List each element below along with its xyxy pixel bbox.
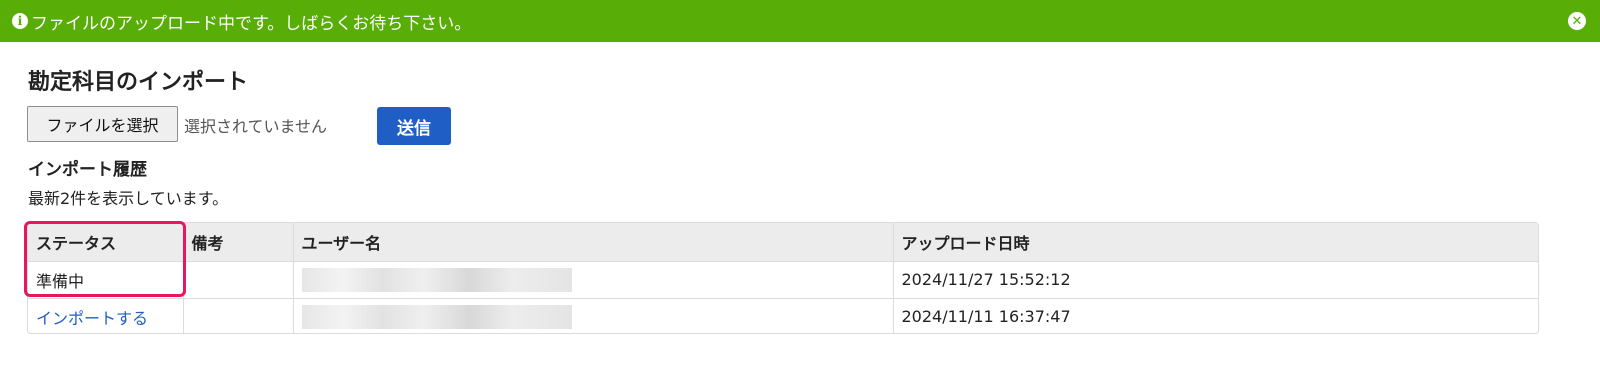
history-heading: インポート履歴 <box>28 160 147 180</box>
uploaded-at-cell: 2024/11/11 16:37:47 <box>901 307 1071 327</box>
import-link[interactable]: インポートする <box>36 309 148 328</box>
redacted-user-name <box>301 267 572 292</box>
user-cell <box>293 298 894 333</box>
status-cell: インポートする <box>28 298 184 333</box>
header-status: ステータス <box>28 223 184 261</box>
table-row: 準備中 2024/11/27 15:52:12 <box>28 261 1538 298</box>
choose-file-button[interactable]: ファイルを選択 <box>27 106 178 142</box>
header-user: ユーザー名 <box>293 223 894 261</box>
remarks-cell <box>183 298 294 333</box>
banner-message: ファイルのアップロード中です。しばらくお待ち下さい。 <box>31 13 472 34</box>
table-header-row: ステータス 備考 ユーザー名 アップロード日時 <box>28 223 1538 261</box>
info-icon: i <box>12 13 28 29</box>
page-title: 勘定科目のインポート <box>28 70 249 95</box>
status-cell: 準備中 <box>28 261 184 298</box>
file-status-text: 選択されていません <box>184 117 328 136</box>
header-uploaded-at: アップロード日時 <box>901 233 1030 253</box>
user-cell <box>293 261 894 298</box>
close-icon[interactable]: ✕ <box>1568 12 1586 30</box>
header-remarks: 備考 <box>183 223 294 261</box>
uploaded-at-cell: 2024/11/27 15:52:12 <box>901 270 1071 289</box>
submit-button[interactable]: 送信 <box>377 107 451 145</box>
history-note: 最新2件を表示しています。 <box>28 189 229 208</box>
redacted-user-name <box>301 304 572 329</box>
history-table: ステータス 備考 ユーザー名 アップロード日時 準備中 2024/11/27 1… <box>27 222 1539 334</box>
remarks-cell <box>183 261 294 298</box>
table-row: インポートする 2024/11/11 16:37:47 <box>28 298 1538 333</box>
upload-notification-banner: i ファイルのアップロード中です。しばらくお待ち下さい。 ✕ <box>0 0 1600 42</box>
